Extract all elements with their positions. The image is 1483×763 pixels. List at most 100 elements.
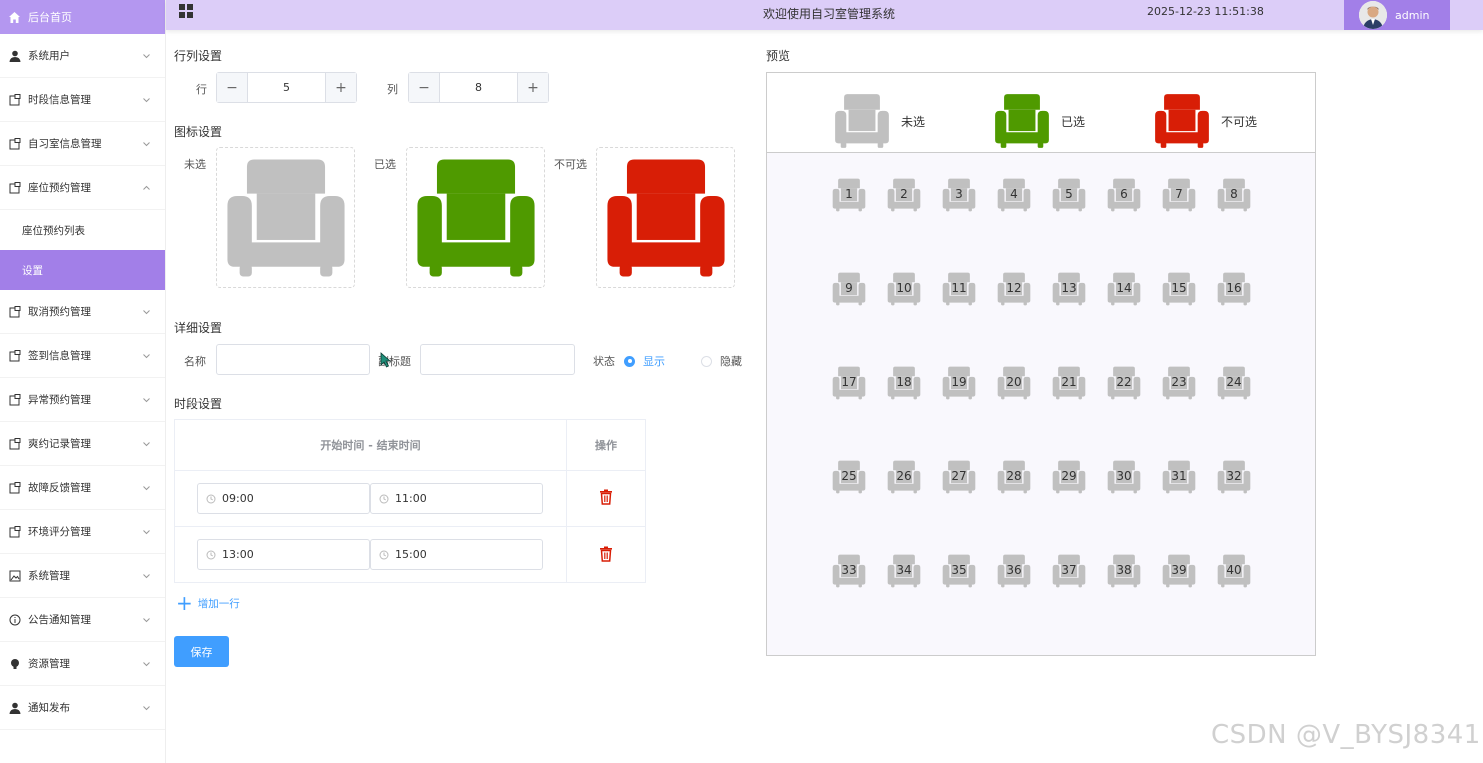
seat-31[interactable]: 31 [1161,460,1197,494]
seat-36[interactable]: 36 [996,554,1032,588]
seat-5[interactable]: 5 [1051,178,1087,212]
chevron-down-icon[interactable] [142,439,151,448]
seat-13[interactable]: 13 [1051,272,1087,306]
seat-19[interactable]: 19 [941,366,977,400]
seat-34[interactable]: 34 [886,554,922,588]
seat-15[interactable]: 15 [1161,272,1197,306]
seat-12[interactable]: 12 [996,272,1032,306]
unavailable-label: 不可选 [554,158,587,171]
seat-21[interactable]: 21 [1051,366,1087,400]
name-input[interactable] [216,344,370,375]
seat-17[interactable]: 17 [831,366,867,400]
sidebar-item[interactable]: 时段信息管理 [0,78,165,122]
chevron-down-icon[interactable] [142,95,151,104]
seat-25[interactable]: 25 [831,460,867,494]
seat-number: 3 [955,187,963,201]
seat-14[interactable]: 14 [1106,272,1142,306]
sidebar-item[interactable]: 通知发布 [0,686,165,730]
sidebar-item[interactable]: 系统用户 [0,34,165,78]
seat-37[interactable]: 37 [1051,554,1087,588]
seat-38[interactable]: 38 [1106,554,1142,588]
chevron-down-icon[interactable] [142,51,151,60]
seat-29[interactable]: 29 [1051,460,1087,494]
seat-33[interactable]: 33 [831,554,867,588]
seat-22[interactable]: 22 [1106,366,1142,400]
seat-7[interactable]: 7 [1161,178,1197,212]
seat-35[interactable]: 35 [941,554,977,588]
unselected-icon-upload[interactable] [216,147,355,288]
seat-11[interactable]: 11 [941,272,977,306]
unavailable-icon-upload[interactable] [596,147,735,288]
chevron-down-icon[interactable] [142,527,151,536]
col-decrease-button[interactable]: − [409,73,440,102]
sidebar-subitem[interactable]: 设置 [0,250,165,290]
chevron-up-icon[interactable] [142,183,151,192]
col-increase-button[interactable]: + [517,73,548,102]
start-time-input[interactable]: 09:00 [197,483,370,514]
chevron-down-icon[interactable] [142,483,151,492]
seat-8[interactable]: 8 [1216,178,1252,212]
seat-27[interactable]: 27 [941,460,977,494]
seat-28[interactable]: 28 [996,460,1032,494]
sidebar-item[interactable]: 故障反馈管理 [0,466,165,510]
add-row-button[interactable]: + 增加一行 [176,593,240,613]
sidebar-item[interactable]: 取消预约管理 [0,290,165,334]
row-decrease-button[interactable]: − [217,73,248,102]
status-hide-radio[interactable]: 隐藏 [701,353,742,369]
save-button[interactable]: 保存 [174,636,229,667]
sidebar-item[interactable]: 公告通知管理 [0,598,165,642]
row-increase-button[interactable]: + [325,73,356,102]
subtitle-input[interactable] [420,344,575,375]
seat-39[interactable]: 39 [1161,554,1197,588]
row-value[interactable]: 5 [248,73,325,102]
sidebar-item[interactable]: 签到信息管理 [0,334,165,378]
chevron-down-icon[interactable] [142,307,151,316]
seat-16[interactable]: 16 [1216,272,1252,306]
start-time-input[interactable]: 13:00 [197,539,370,570]
sidebar-item[interactable]: 座位预约管理 [0,166,165,210]
seat-6[interactable]: 6 [1106,178,1142,212]
sidebar-item[interactable]: 异常预约管理 [0,378,165,422]
doc-icon [9,481,21,494]
seat-32[interactable]: 32 [1216,460,1252,494]
seat-24[interactable]: 24 [1216,366,1252,400]
sidebar-item-label: 签到信息管理 [28,350,91,362]
chevron-down-icon[interactable] [142,659,151,668]
seat-1[interactable]: 1 [831,178,867,212]
chevron-down-icon[interactable] [142,139,151,148]
sidebar-item[interactable]: 爽约记录管理 [0,422,165,466]
chevron-down-icon[interactable] [142,351,151,360]
seat-20[interactable]: 20 [996,366,1032,400]
delete-icon[interactable] [599,489,613,508]
seat-3[interactable]: 3 [941,178,977,212]
app-title: 欢迎使用自习室管理系统 [763,7,896,21]
seat-2[interactable]: 2 [886,178,922,212]
grid-menu-icon[interactable] [178,3,194,19]
sidebar-item[interactable]: 自习室信息管理 [0,122,165,166]
seat-30[interactable]: 30 [1106,460,1142,494]
col-value[interactable]: 8 [440,73,517,102]
seat-23[interactable]: 23 [1161,366,1197,400]
end-time-input[interactable]: 11:00 [370,483,543,514]
selected-icon-upload[interactable] [406,147,545,288]
sidebar-item[interactable]: 环境评分管理 [0,510,165,554]
seat-40[interactable]: 40 [1216,554,1252,588]
user-menu[interactable]: admin [1344,0,1450,30]
chevron-down-icon[interactable] [142,571,151,580]
seat-9[interactable]: 9 [831,272,867,306]
chevron-down-icon[interactable] [142,703,151,712]
sidebar-item[interactable]: 资源管理 [0,642,165,686]
delete-icon[interactable] [599,546,613,565]
seat-26[interactable]: 26 [886,460,922,494]
clock-icon [379,494,389,504]
seat-4[interactable]: 4 [996,178,1032,212]
status-show-radio[interactable]: 显示 [624,353,665,369]
end-time-input[interactable]: 15:00 [370,539,543,570]
chevron-down-icon[interactable] [142,615,151,624]
seat-18[interactable]: 18 [886,366,922,400]
sidebar-subitem[interactable]: 座位预约列表 [0,210,165,250]
sidebar-item[interactable]: 系统管理 [0,554,165,598]
sidebar-home[interactable]: 后台首页 [0,0,165,34]
chevron-down-icon[interactable] [142,395,151,404]
seat-10[interactable]: 10 [886,272,922,306]
